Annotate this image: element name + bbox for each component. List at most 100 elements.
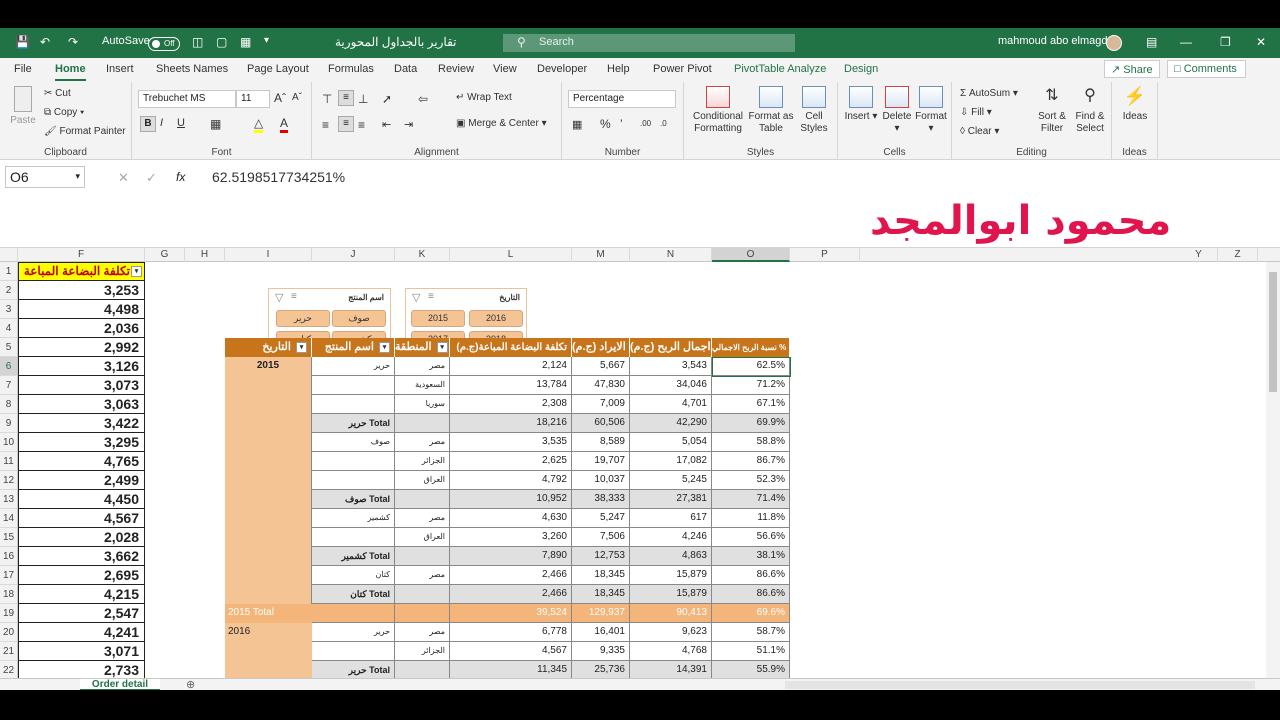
pivot-cell-rev[interactable]: 25,736 — [572, 661, 630, 678]
tab-home[interactable]: Home — [55, 63, 86, 81]
tab-developer[interactable]: Developer — [537, 63, 587, 75]
pivot-cell-g[interactable]: 34,046 — [630, 376, 712, 395]
cost-cell[interactable]: 2,547 — [18, 604, 145, 623]
col-header[interactable]: I — [225, 248, 312, 262]
orientation-icon[interactable]: ➚ — [382, 92, 392, 106]
pivot-cell-pct[interactable]: 86.7% — [712, 452, 790, 471]
pivot-cell-r[interactable] — [395, 585, 450, 604]
col-header[interactable]: F — [18, 248, 145, 262]
increase-decimal-icon[interactable]: .00 — [640, 119, 651, 128]
row-header[interactable]: 8 — [0, 395, 18, 414]
pivot-cell-g[interactable]: 5,245 — [630, 471, 712, 490]
slicer-item[interactable]: صوف — [332, 310, 386, 327]
pivot-cell-p[interactable]: صوف Total — [312, 490, 395, 509]
pivot-cell-p[interactable] — [312, 452, 395, 471]
cost-cell[interactable]: 3,126 — [18, 357, 145, 376]
pivot-cell-rev[interactable]: 5,247 — [572, 509, 630, 528]
pivot-cell-rev[interactable]: 9,335 — [572, 642, 630, 661]
grid-icon[interactable]: ▦ — [240, 35, 251, 49]
pivot-cell-c[interactable]: 13,784 — [450, 376, 572, 395]
pivot-cell-pct[interactable]: 11.8% — [712, 509, 790, 528]
slicer-item[interactable]: 2016 — [469, 310, 523, 327]
pivot-cell-rev[interactable]: 7,009 — [572, 395, 630, 414]
pivot-cell-p[interactable] — [312, 642, 395, 661]
format-cells-button[interactable]: Format ▾ — [914, 86, 948, 135]
cost-cell[interactable]: 4,498 — [18, 300, 145, 319]
font-name-dropdown[interactable]: Trebuchet MS — [138, 90, 236, 108]
comments-button[interactable]: □ Comments — [1167, 60, 1246, 78]
pivot-cell-c[interactable]: 2,466 — [450, 585, 572, 604]
pivot-cell-r[interactable]: مصر — [395, 623, 450, 642]
pivot-cell-g[interactable]: 15,879 — [630, 566, 712, 585]
pivot-cell-pct[interactable]: 51.1% — [712, 642, 790, 661]
worksheet-grid[interactable]: F G H I J K L M N O P Y Z 1 2 3 4 5 6 7 8 9 10 11 1… — [0, 248, 1280, 678]
col-header[interactable]: P — [790, 248, 860, 262]
pivot-cell-g[interactable]: 3,543 — [630, 357, 712, 376]
tab-insert[interactable]: Insert — [106, 63, 134, 75]
cell-styles-button[interactable]: Cell Styles — [794, 86, 834, 135]
tab-review[interactable]: Review — [438, 63, 474, 75]
pivot-cell-c[interactable]: 39,524 — [450, 604, 572, 623]
wrap-text-button[interactable]: ↵ Wrap Text — [456, 92, 512, 103]
filter-dropdown-icon[interactable]: ▾ — [296, 341, 307, 353]
cost-cell[interactable]: 3,253 — [18, 281, 145, 300]
pivot-cell-rev[interactable]: 60,506 — [572, 414, 630, 433]
clear-button[interactable]: ◊ Clear ▾ — [960, 126, 999, 137]
pivot-cell-g[interactable]: 15,879 — [630, 585, 712, 604]
middle-align-icon[interactable]: ≡ — [338, 90, 354, 106]
pivot-cell-g[interactable]: 27,381 — [630, 490, 712, 509]
merge-center-button[interactable]: ▣ Merge & Center ▾ — [456, 118, 547, 129]
pivot-cell-pct[interactable]: 67.1% — [712, 395, 790, 414]
pivot-cell-c[interactable]: 2,124 — [450, 357, 572, 376]
tab-design[interactable]: Design — [844, 63, 878, 75]
pivot-cell-r[interactable]: السعودية — [395, 376, 450, 395]
pivot-cell-pct[interactable]: 55.9% — [712, 661, 790, 678]
sort-filter-button[interactable]: ⇅ Sort & Filter — [1034, 86, 1070, 135]
format-painter-button[interactable]: 🖌 Format Painter — [44, 126, 126, 137]
multi-select-icon[interactable]: ≡ — [428, 291, 434, 302]
name-box-dropdown-icon[interactable]: ▾ — [75, 171, 80, 182]
pivot-cell-r[interactable]: مصر — [395, 566, 450, 585]
row-header[interactable]: 10 — [0, 433, 18, 452]
row-header[interactable]: 22 — [0, 661, 18, 678]
col-header[interactable]: N — [630, 248, 712, 262]
paste-button[interactable]: Paste — [8, 86, 38, 127]
decrease-indent-icon[interactable]: ⇤ — [382, 118, 391, 131]
tab-page-layout[interactable]: Page Layout — [247, 63, 309, 75]
pivot-cell-r[interactable]: سوريا — [395, 395, 450, 414]
pivot-cell-pct[interactable]: 62.5% — [712, 357, 790, 376]
pivot-cell-pct[interactable]: 38.1% — [712, 547, 790, 566]
pivot-cell-p[interactable]: كشمير — [312, 509, 395, 528]
pivot-cell-pct[interactable]: 58.8% — [712, 433, 790, 452]
row-header[interactable]: 15 — [0, 528, 18, 547]
pivot-cell-p[interactable] — [312, 471, 395, 490]
col-header[interactable]: G — [145, 248, 185, 262]
fill-color-icon[interactable]: △ — [254, 116, 264, 133]
pivot-cell-rev[interactable]: 38,333 — [572, 490, 630, 509]
cost-cell[interactable]: 2,695 — [18, 566, 145, 585]
slicer-item[interactable]: 2015 — [411, 310, 465, 327]
row-header[interactable]: 13 — [0, 490, 18, 509]
pivot-cell-pct[interactable]: 69.9% — [712, 414, 790, 433]
cost-cell[interactable]: 3,422 — [18, 414, 145, 433]
pivot-cell-g[interactable]: 4,246 — [630, 528, 712, 547]
underline-icon[interactable]: U — [177, 117, 185, 129]
row-header[interactable]: 17 — [0, 566, 18, 585]
cost-cell[interactable]: 3,662 — [18, 547, 145, 566]
autosave-toggle[interactable]: Off — [148, 36, 180, 51]
pivot-cell-pct[interactable]: 69.6% — [712, 604, 790, 623]
pivot-cell-g[interactable]: 4,768 — [630, 642, 712, 661]
pivot-cell-c[interactable]: 2,625 — [450, 452, 572, 471]
formula-input[interactable]: 62.5198517734251% — [212, 169, 345, 185]
pivot-header-product[interactable]: اسم المنتج ▾ — [312, 338, 395, 357]
ribbon-display-icon[interactable]: ▤ — [1146, 35, 1157, 49]
slicer-item[interactable]: حرير — [276, 310, 330, 327]
tab-data[interactable]: Data — [394, 63, 417, 75]
pivot-cell-rev[interactable]: 10,037 — [572, 471, 630, 490]
avatar[interactable] — [1106, 35, 1122, 51]
share-button[interactable]: ↗ Share — [1104, 60, 1160, 78]
pivot-cell-p[interactable]: حرير Total — [312, 661, 395, 678]
row-header[interactable]: 4 — [0, 319, 18, 338]
cost-cell[interactable]: 4,567 — [18, 509, 145, 528]
tab-power-pivot[interactable]: Power Pivot — [653, 63, 712, 75]
